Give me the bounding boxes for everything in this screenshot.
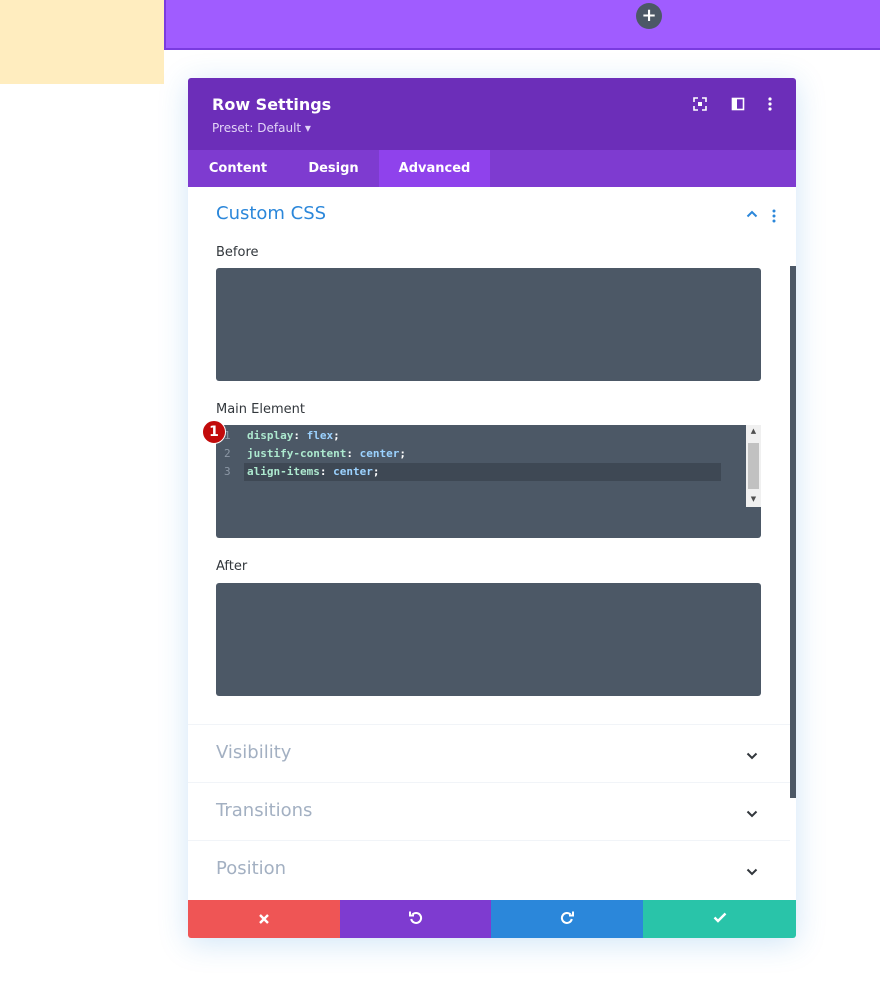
- before-label: Before: [216, 245, 259, 260]
- chevron-down-icon[interactable]: [745, 806, 759, 825]
- css-value: flex: [306, 429, 334, 442]
- add-row-button[interactable]: +: [636, 3, 662, 29]
- main-element-css-editor[interactable]: 1 display: flex; 2 justify-content: cent…: [216, 425, 761, 538]
- css-value: center: [333, 465, 373, 478]
- scroll-up-arrow-icon[interactable]: ▲: [746, 427, 761, 435]
- code-line: 1 display: flex;: [216, 427, 736, 445]
- line-number: 3: [224, 465, 231, 478]
- undo-icon: [408, 909, 424, 929]
- tab-design[interactable]: Design: [288, 150, 379, 187]
- page-section-purple[interactable]: +: [164, 0, 880, 50]
- css-value: center: [359, 447, 400, 460]
- section-options-icon[interactable]: [770, 208, 778, 227]
- code-line: 2 justify-content: center;: [216, 445, 736, 463]
- cancel-button[interactable]: [188, 900, 340, 938]
- page-canvas: + Row Settings Preset: Default ▾ Content…: [0, 0, 880, 982]
- checkmark-icon: [712, 909, 728, 929]
- editor-scroll-thumb[interactable]: [748, 443, 759, 489]
- main-element-label: Main Element: [216, 402, 305, 417]
- visibility-section[interactable]: Visibility: [188, 724, 790, 782]
- css-property: justify-content: [247, 447, 347, 460]
- position-section-title[interactable]: Position: [216, 858, 286, 879]
- visibility-section-title[interactable]: Visibility: [216, 742, 291, 763]
- preset-dropdown[interactable]: Preset: Default ▾: [212, 121, 311, 135]
- scroll-down-arrow-icon[interactable]: ▼: [746, 495, 761, 503]
- plus-icon: +: [641, 5, 657, 26]
- transitions-section[interactable]: Transitions: [188, 782, 790, 840]
- chevron-down-icon[interactable]: [745, 748, 759, 767]
- modal-title: Row Settings: [212, 95, 332, 114]
- after-label: After: [216, 559, 248, 574]
- transitions-section-title[interactable]: Transitions: [216, 800, 312, 821]
- tab-content[interactable]: Content: [188, 150, 288, 187]
- page-section-yellow: [0, 0, 164, 84]
- editor-scrollbar[interactable]: ▲ ▼: [746, 425, 761, 507]
- tab-advanced[interactable]: Advanced: [379, 150, 490, 187]
- line-number: 1: [224, 429, 231, 442]
- undo-button[interactable]: [340, 900, 491, 938]
- chevron-down-icon[interactable]: [745, 864, 759, 883]
- annotation-badge: 1: [202, 420, 226, 444]
- more-options-icon[interactable]: [762, 96, 778, 112]
- modal-header: Row Settings Preset: Default ▾: [188, 78, 796, 150]
- save-button[interactable]: [643, 900, 796, 938]
- custom-css-section-title[interactable]: Custom CSS: [216, 203, 326, 224]
- after-css-editor[interactable]: [216, 583, 761, 696]
- modal-scrollbar[interactable]: [790, 266, 796, 798]
- row-settings-modal: Row Settings Preset: Default ▾ Content D…: [188, 78, 796, 938]
- before-css-editor[interactable]: [216, 268, 761, 381]
- split-view-icon[interactable]: [730, 96, 746, 112]
- fullscreen-icon[interactable]: [692, 96, 708, 112]
- code-line: 3 align-items: center;: [216, 463, 736, 481]
- css-property: align-items: [247, 465, 320, 478]
- chevron-up-icon[interactable]: [745, 206, 759, 225]
- close-icon: [258, 910, 270, 929]
- css-property: display: [247, 429, 294, 442]
- settings-tabs: Content Design Advanced: [188, 150, 796, 187]
- position-section[interactable]: Position: [188, 840, 790, 898]
- redo-icon: [559, 909, 575, 929]
- modal-footer: [188, 900, 796, 938]
- line-number: 2: [224, 447, 231, 460]
- redo-button[interactable]: [491, 900, 643, 938]
